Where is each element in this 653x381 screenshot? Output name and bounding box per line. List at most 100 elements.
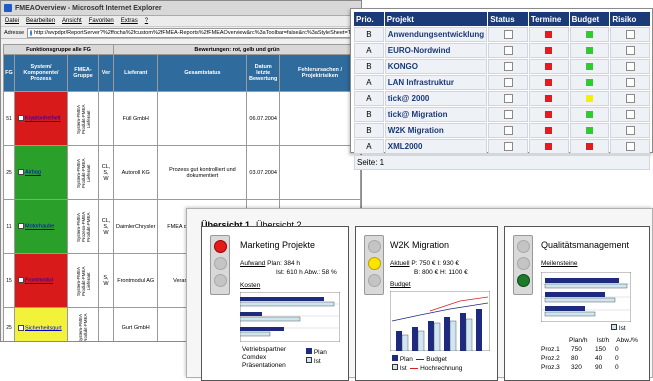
col-fg: FG <box>3 54 15 92</box>
project-row[interactable]: A EURO-Nordwind <box>354 43 650 58</box>
qh-plan: Plan/h <box>569 337 588 344</box>
status-checkbox[interactable] <box>503 126 513 136</box>
status-checkbox[interactable] <box>503 30 513 40</box>
expand-icon[interactable] <box>18 223 24 230</box>
q-plan: 320 <box>571 364 582 371</box>
legend-plan-swatch <box>306 348 312 354</box>
system-link[interactable]: Kryptonfreiheit <box>25 116 60 122</box>
q-ist: 40 <box>595 355 603 362</box>
risiko-checkbox[interactable] <box>625 30 635 40</box>
risiko-checkbox[interactable] <box>625 142 635 152</box>
system-link[interactable]: Frontmodul <box>25 278 53 284</box>
project-name[interactable]: tick@ 2000 <box>384 91 488 106</box>
risiko-checkbox[interactable] <box>625 126 635 136</box>
col-date: Datum letzte Bewertung <box>246 54 280 92</box>
status-checkbox[interactable] <box>503 62 513 72</box>
project-name[interactable]: W2K Migration <box>384 123 488 138</box>
budget-indicator <box>585 47 593 55</box>
project-name[interactable]: EURO-Nordwind <box>384 43 488 58</box>
status-checkbox[interactable] <box>503 142 513 152</box>
menu-bearbeiten[interactable]: Bearbeiten <box>26 18 55 24</box>
budget-cell <box>569 43 610 58</box>
status-checkbox[interactable] <box>503 94 513 104</box>
status-cell <box>157 91 248 146</box>
col-prio: Prio. <box>354 12 384 26</box>
status-checkbox[interactable] <box>503 46 513 56</box>
col-fmea-group: FMEA-Gruppe <box>67 54 99 92</box>
system-cell: Frontmodul <box>14 253 68 308</box>
legend-budget-line <box>416 358 425 360</box>
project-row[interactable]: B tick@ Migration <box>354 107 650 122</box>
fmea-group-text: System-FMEA Produkt-FMEA <box>78 313 88 342</box>
col-supplier: Lieferant <box>112 54 159 92</box>
fmea-header-row: FG System/ Komponente/ Prozess FMEA-Grup… <box>3 54 361 92</box>
legend-plan-swatch <box>392 355 398 361</box>
risiko-checkbox[interactable] <box>625 78 635 88</box>
ver-cell: S, W <box>98 253 114 308</box>
quality-panel: Qualitätsmanagement Meilensteine Ist Pla… <box>504 226 650 381</box>
qh-ist: Ist/h <box>596 337 610 344</box>
expand-icon[interactable] <box>18 169 24 176</box>
termine-cell <box>528 43 569 58</box>
menu-favoriten[interactable]: Favoriten <box>89 18 114 24</box>
quality-legend-ist: Ist <box>618 325 626 332</box>
project-name[interactable]: Anwendungsentwicklung <box>384 27 488 42</box>
marketing-title: Marketing Projekte <box>240 240 316 250</box>
menu-help[interactable]: ? <box>145 18 148 24</box>
termine-cell <box>528 27 569 42</box>
project-row[interactable]: A XML2000 <box>354 139 650 154</box>
address-url: http://wvpdpr/ReportServer?%2ffocha%2fcu… <box>34 29 360 36</box>
status-header-row: Prio. Projekt Status Termine Budget Risi… <box>354 12 650 26</box>
traffic-green-icon <box>516 274 530 287</box>
system-link[interactable]: Airbag <box>25 170 41 176</box>
project-name[interactable]: XML2000 <box>384 139 488 154</box>
project-row[interactable]: A LAN Infrastruktur <box>354 75 650 90</box>
termine-indicator <box>545 143 553 151</box>
project-row[interactable]: A tick@ 2000 <box>354 91 650 106</box>
fg-cell: 25 <box>3 307 15 341</box>
project-name[interactable]: KONGO <box>384 59 488 74</box>
menu-ansicht[interactable]: Ansicht <box>62 18 82 24</box>
legend-ist-swatch <box>611 324 617 330</box>
address-input[interactable]: http://wvpdpr/ReportServer?%2ffocha%2fcu… <box>27 27 361 38</box>
status-checkbox[interactable] <box>503 78 513 88</box>
fg-cell: 15 <box>3 253 15 308</box>
bar-ist-3 <box>240 331 271 337</box>
project-name[interactable]: tick@ Migration <box>384 107 488 122</box>
risiko-checkbox[interactable] <box>625 62 635 72</box>
menu-datei[interactable]: Datei <box>5 18 19 24</box>
system-link[interactable]: Motorhaube <box>25 224 54 230</box>
ver-cell: CL, S, W <box>98 199 114 254</box>
budget-cell <box>569 91 610 106</box>
marketing-panel: Marketing Projekte Aufwand Plan: 384 h I… <box>201 226 349 381</box>
w2k-panel: W2K Migration Aktuell P: 750 € I: 930 € … <box>355 226 498 381</box>
project-row[interactable]: B KONGO <box>354 59 650 74</box>
project-name[interactable]: LAN Infrastruktur <box>384 75 488 90</box>
prio-cell: B <box>354 123 384 138</box>
budget-indicator <box>585 111 593 119</box>
status-checkbox[interactable] <box>503 110 513 120</box>
expand-icon[interactable] <box>18 277 24 284</box>
expand-icon[interactable] <box>18 324 24 331</box>
project-row[interactable]: B Anwendungsentwicklung <box>354 27 650 42</box>
fg-cell: 11 <box>3 199 15 254</box>
risiko-cell <box>610 123 650 138</box>
expand-icon[interactable] <box>18 115 24 122</box>
project-row[interactable]: B W2K Migration <box>354 123 650 138</box>
bar-plan-2 <box>240 312 262 316</box>
system-link[interactable]: Sicherheitsgurt <box>25 325 62 331</box>
fmea-group-text: System-FMEA Produkt-FMEA Lieferant <box>75 103 91 134</box>
col-risiko: Risiko <box>610 12 650 26</box>
risiko-checkbox[interactable] <box>625 110 635 120</box>
risiko-checkbox[interactable] <box>625 46 635 56</box>
w2k-title: W2K Migration <box>390 240 450 250</box>
aktuell-b: B: 800 € <box>414 269 439 276</box>
legend-plan: Plan <box>313 349 327 356</box>
risiko-checkbox[interactable] <box>625 94 635 104</box>
status-cell: Prozess gut kontrolliert und dokumentier… <box>157 145 248 200</box>
menu-extras[interactable]: Extras <box>121 18 138 24</box>
page-icon <box>30 29 33 36</box>
traffic-red-icon <box>213 240 227 253</box>
status-cell <box>488 43 528 58</box>
quality-row: Proz.1 750 150 0 <box>541 346 619 353</box>
